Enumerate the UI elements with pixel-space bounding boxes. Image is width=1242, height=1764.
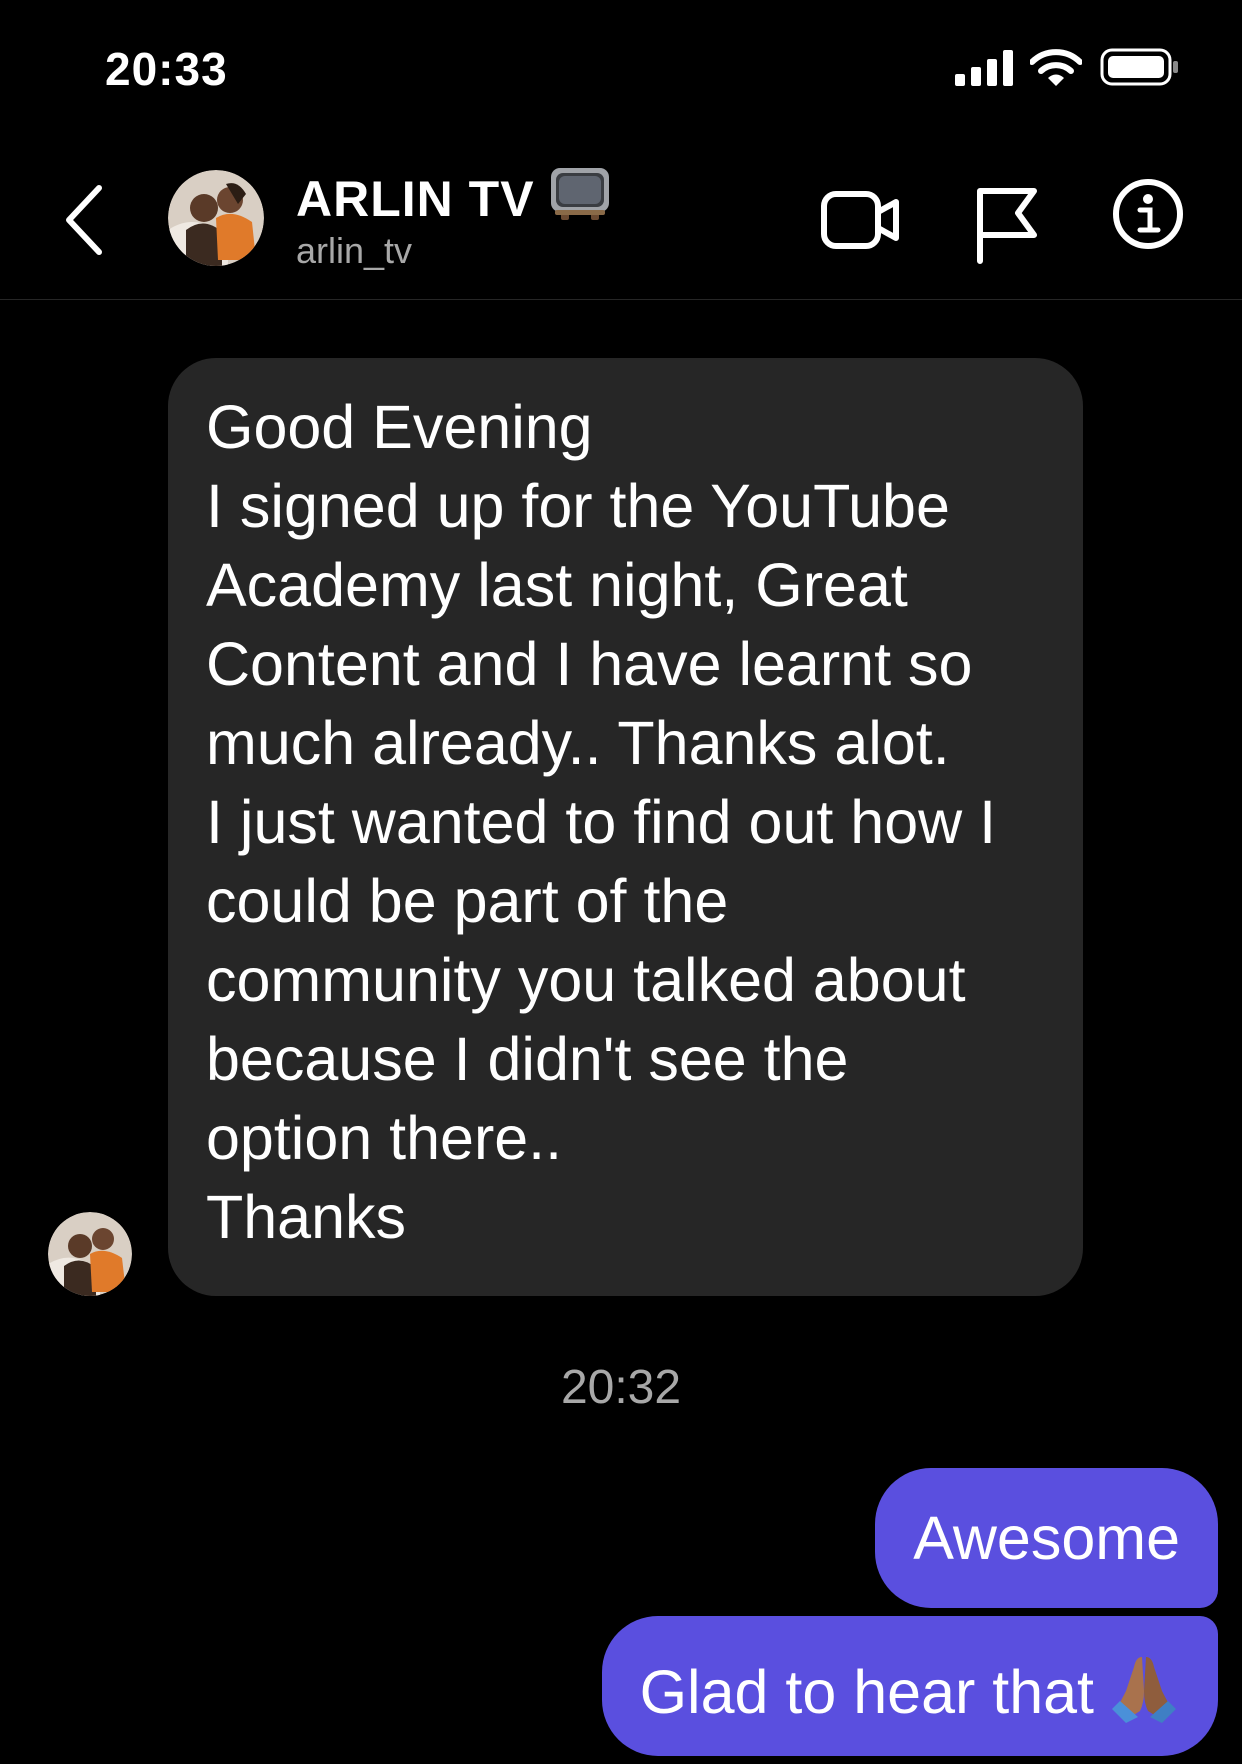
contact-name-text: ARLIN TV [296,171,535,227]
tv-icon [550,168,609,220]
flag-icon[interactable] [972,175,1042,265]
message-timestamp: 20:32 [560,1361,682,1414]
avatar[interactable] [168,170,264,266]
back-icon[interactable] [55,180,115,260]
wifi-icon [1030,49,1082,86]
message-line: I just wanted to find out how I [206,788,997,856]
video-call-icon[interactable] [820,180,900,260]
contact-username: arlin_tv [296,230,413,271]
message-line: Content and I have learnt so [206,630,973,698]
message-line: Good Evening [206,393,593,461]
message-line: I signed up for the YouTube [206,472,950,540]
message-line: community you talked about [206,946,966,1014]
status-bar: 20:33 [0,0,1242,130]
message-line: option there.. [206,1104,563,1172]
praying-hands-icon [1112,1657,1176,1723]
outgoing-message-text: Awesome [913,1504,1180,1572]
message-line: could be part of the [206,867,729,935]
outgoing-message-bubble[interactable]: Glad to hear that [601,1616,1218,1756]
incoming-message-bubble[interactable]: Good Evening I signed up for the YouTube… [168,358,1083,1296]
contact-name[interactable]: ARLIN TV [296,166,611,228]
chat-header: ARLIN TV arlin_tv [0,130,1242,300]
outgoing-message-text: Glad to hear that [639,1658,1094,1726]
sender-avatar[interactable] [48,1212,132,1296]
battery-icon [1100,48,1178,86]
status-time: 20:33 [105,43,228,95]
outgoing-message-bubble[interactable]: Awesome [875,1468,1218,1608]
cellular-signal-icon [955,50,1013,86]
message-line: Thanks [206,1183,407,1251]
message-line: because I didn't see the [206,1025,849,1093]
message-line: Academy last night, Great [206,551,908,619]
info-icon[interactable] [1112,178,1184,250]
message-line: much already.. Thanks alot. [206,709,950,777]
